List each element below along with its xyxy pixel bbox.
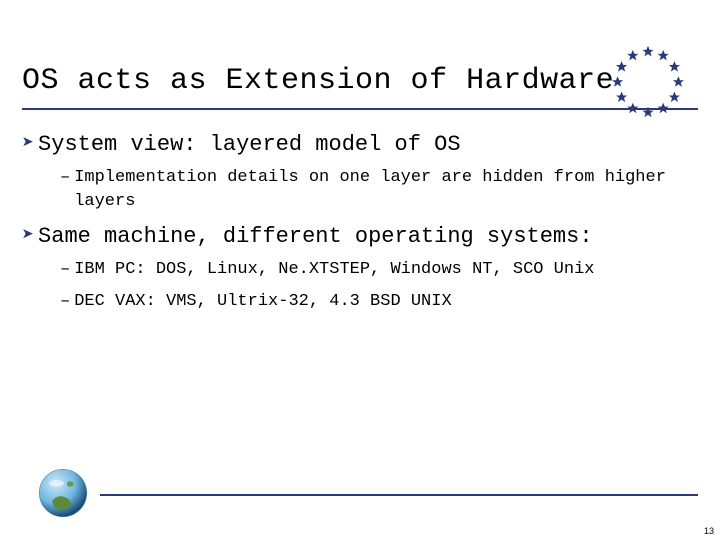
eu-stars-icon (608, 42, 688, 122)
title-rule (22, 108, 698, 110)
subbullet-text: Implementation details on one layer are … (74, 166, 698, 214)
bullet-text: System view: layered model of OS (38, 132, 460, 158)
bullet-level2: – IBM PC: DOS, Linux, Ne.XTSTEP, Windows… (60, 258, 698, 282)
slide-title: OS acts as Extension of Hardware (22, 64, 614, 98)
content-area: ➤ System view: layered model of OS – Imp… (22, 122, 698, 318)
bullet-text: Same machine, different operating system… (38, 224, 593, 250)
footer-rule (100, 494, 698, 496)
arrow-bullet-icon: ➤ (22, 132, 34, 158)
dash-bullet-icon: – (60, 290, 70, 314)
title-row: OS acts as Extension of Hardware (22, 64, 698, 98)
bullet-level1: ➤ Same machine, different operating syst… (22, 224, 698, 250)
page-number: 13 (704, 526, 714, 536)
globe-icon (36, 466, 90, 520)
dash-bullet-icon: – (60, 258, 70, 282)
dash-bullet-icon: – (60, 166, 70, 190)
arrow-bullet-icon: ➤ (22, 224, 34, 250)
bullet-level2: – Implementation details on one layer ar… (60, 166, 698, 214)
bullet-level2: – DEC VAX: VMS, Ultrix-32, 4.3 BSD UNIX (60, 290, 698, 314)
slide: OS acts as Extension of Hardware ➤ Syste… (0, 0, 720, 540)
subbullet-text: DEC VAX: VMS, Ultrix-32, 4.3 BSD UNIX (74, 290, 451, 314)
subbullet-text: IBM PC: DOS, Linux, Ne.XTSTEP, Windows N… (74, 258, 594, 282)
bullet-level1: ➤ System view: layered model of OS (22, 132, 698, 158)
